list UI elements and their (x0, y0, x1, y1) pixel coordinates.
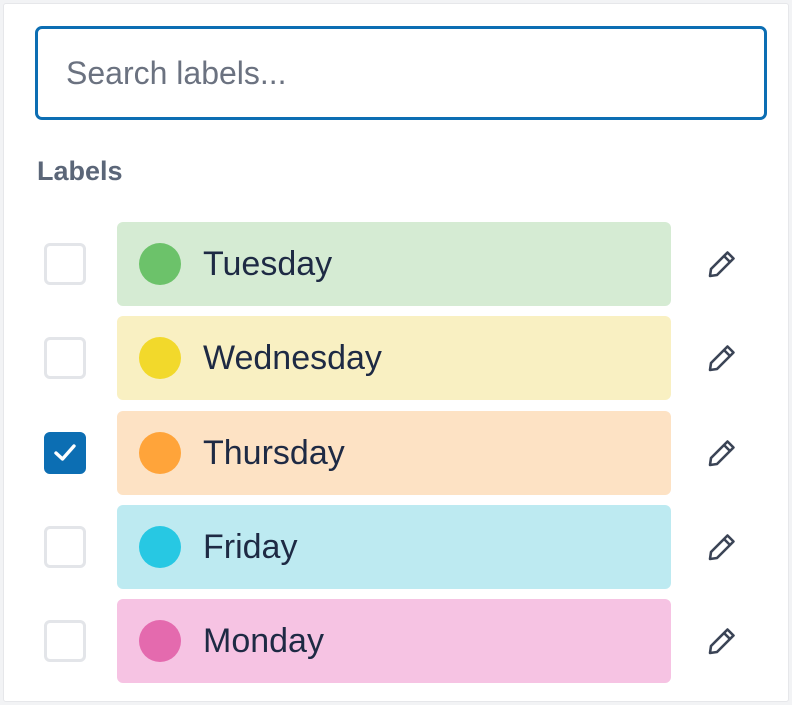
label-name: Tuesday (203, 245, 333, 283)
label-pill[interactable]: Tuesday (117, 222, 671, 306)
label-checkbox[interactable] (44, 432, 86, 474)
search-box[interactable] (35, 26, 767, 120)
label-name: Thursday (203, 434, 345, 472)
pencil-icon (708, 251, 735, 278)
edit-label-button[interactable] (700, 525, 744, 569)
color-dot-icon (139, 337, 181, 379)
color-dot-icon (139, 620, 181, 662)
label-checkbox[interactable] (44, 526, 86, 568)
label-row: Friday (4, 505, 790, 589)
labels-popover: Labels Tuesday Wednesday (3, 3, 789, 702)
label-pill[interactable]: Friday (117, 505, 671, 589)
label-checkbox[interactable] (44, 337, 86, 379)
label-row: Wednesday (4, 316, 790, 400)
pencil-icon (708, 345, 735, 372)
pencil-icon (708, 534, 735, 561)
color-dot-icon (139, 526, 181, 568)
label-row: Thursday (4, 411, 790, 495)
label-pill[interactable]: Thursday (117, 411, 671, 495)
pencil-icon (708, 440, 735, 467)
checkmark-icon (54, 444, 76, 461)
pencil-icon (708, 628, 735, 655)
edit-label-button[interactable] (700, 431, 744, 475)
label-checkbox[interactable] (44, 620, 86, 662)
label-row: Monday (4, 599, 790, 683)
search-input[interactable] (38, 29, 764, 117)
color-dot-icon (139, 243, 181, 285)
label-checkbox[interactable] (44, 243, 86, 285)
label-name: Wednesday (203, 339, 382, 377)
edit-label-button[interactable] (700, 619, 744, 663)
edit-label-button[interactable] (700, 336, 744, 380)
label-pill[interactable]: Monday (117, 599, 671, 683)
label-pill[interactable]: Wednesday (117, 316, 671, 400)
color-dot-icon (139, 432, 181, 474)
edit-label-button[interactable] (700, 242, 744, 286)
label-name: Friday (203, 528, 298, 566)
label-name: Monday (203, 622, 324, 660)
label-row: Tuesday (4, 222, 790, 306)
section-title: Labels (37, 156, 123, 186)
